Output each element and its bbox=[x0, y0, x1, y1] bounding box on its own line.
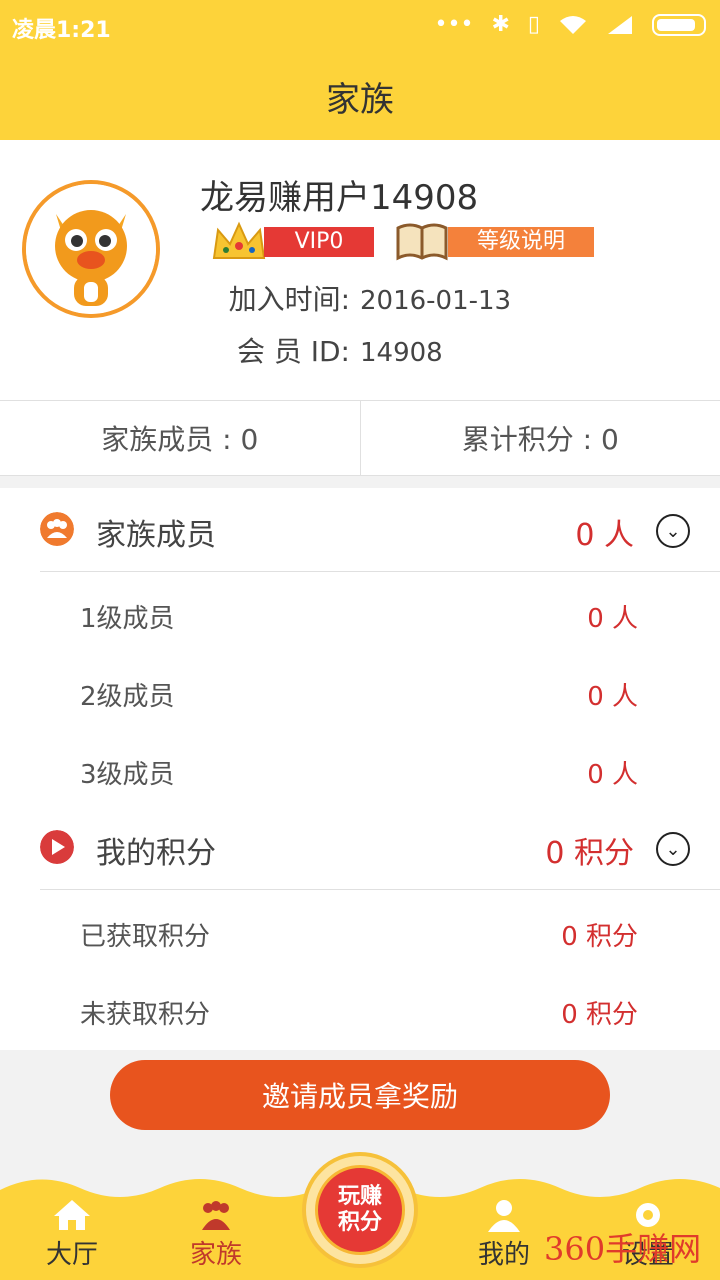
family-group-icon bbox=[40, 512, 74, 546]
list-item: 未获取积分 0 积分 bbox=[0, 970, 720, 1048]
family-group-icon bbox=[202, 1201, 230, 1230]
status-bar: 凌晨1:21 ••• ✱ ▯ bbox=[0, 0, 720, 52]
list-item: 3级成员 0 人 bbox=[0, 730, 720, 808]
play-points-icon bbox=[40, 830, 74, 864]
center-label-line1: 玩赚 bbox=[337, 1184, 382, 1209]
invite-members-button[interactable]: 邀请成员拿奖励 bbox=[110, 1060, 610, 1130]
crown-icon bbox=[212, 221, 266, 259]
home-icon bbox=[54, 1200, 90, 1230]
family-members-count: 家族成员 : 0 bbox=[101, 423, 259, 456]
page-title: 家族 bbox=[326, 79, 394, 120]
level3-members-value: 0 人 bbox=[587, 760, 638, 790]
list-item: 2级成员 0 人 bbox=[0, 652, 720, 730]
earned-points-value: 0 积分 bbox=[561, 922, 638, 952]
level-info-link[interactable]: 等级说明 bbox=[448, 227, 594, 257]
avatar[interactable] bbox=[22, 180, 160, 318]
badge-row: VIP0 等级说明 bbox=[210, 220, 594, 264]
bluetooth-icon: ✱ bbox=[491, 12, 510, 37]
battery-icon bbox=[652, 13, 706, 36]
status-icons: ••• ✱ ▯ bbox=[435, 12, 706, 37]
points-total: 0 积分 bbox=[545, 836, 634, 871]
detail-panel: 家族成员 0 人 ⌄ 1级成员 0 人 2级成员 0 人 3级成员 0 人 我的… bbox=[0, 488, 720, 1050]
summary-bar: 家族成员 : 0 累计积分 : 0 bbox=[0, 400, 720, 476]
page-header: 家族 bbox=[0, 52, 720, 140]
member-id-row: 会 员 ID: 14908 bbox=[200, 330, 443, 370]
pending-points-label: 未获取积分 bbox=[80, 1000, 211, 1030]
watermark: 360手赚网 bbox=[544, 1230, 702, 1268]
member-id-label: 会 员 ID: bbox=[236, 335, 350, 368]
total-points-count: 累计积分 : 0 bbox=[359, 401, 720, 475]
family-section-header[interactable]: 家族成员 0 人 ⌄ bbox=[0, 488, 720, 572]
level2-members-label: 2级成员 bbox=[80, 682, 175, 712]
member-id-value: 14908 bbox=[360, 338, 443, 368]
profile-card: 龙易赚用户14908 VIP0 等级说明 加入时间: 2016-01-13 会 … bbox=[0, 140, 720, 400]
join-date-value: 2016-01-13 bbox=[360, 286, 512, 316]
tab-family-label: 家族 bbox=[189, 1240, 242, 1270]
center-label-line2: 积分 bbox=[337, 1210, 382, 1235]
earned-points-label: 已获取积分 bbox=[80, 922, 211, 952]
family-total: 0 人 bbox=[575, 518, 634, 553]
chevron-down-icon[interactable]: ⌄ bbox=[656, 832, 690, 866]
level3-members-label: 3级成员 bbox=[80, 760, 175, 790]
wifi-icon bbox=[560, 15, 586, 34]
level1-members-value: 0 人 bbox=[587, 604, 638, 634]
vibrate-icon: ▯ bbox=[527, 12, 540, 37]
pending-points-value: 0 积分 bbox=[561, 1000, 638, 1030]
divider bbox=[40, 571, 720, 572]
tab-hall-label: 大厅 bbox=[45, 1240, 98, 1270]
signal-icon bbox=[608, 15, 632, 34]
list-item: 已获取积分 0 积分 bbox=[0, 892, 720, 970]
book-icon bbox=[396, 223, 448, 261]
play-earn-points-badge: 玩赚 积分 bbox=[315, 1165, 405, 1255]
family-section-title: 家族成员 bbox=[96, 518, 216, 553]
tab-hall[interactable]: 大厅 bbox=[12, 1198, 132, 1278]
status-time: 凌晨1:21 bbox=[12, 18, 111, 43]
chevron-down-icon[interactable]: ⌄ bbox=[656, 514, 690, 548]
join-date-row: 加入时间: 2016-01-13 bbox=[200, 278, 512, 318]
username: 龙易赚用户14908 bbox=[200, 178, 479, 218]
tab-family[interactable]: 家族 bbox=[156, 1198, 276, 1278]
more-dots-icon: ••• bbox=[434, 12, 474, 37]
points-section-header[interactable]: 我的积分 0 积分 ⌄ bbox=[0, 806, 720, 890]
tab-mine-label: 我的 bbox=[477, 1240, 530, 1270]
play-earn-points-button[interactable]: 玩赚 积分 bbox=[302, 1152, 418, 1268]
dragon-mascot-icon bbox=[26, 184, 156, 314]
level1-members-label: 1级成员 bbox=[80, 604, 175, 634]
list-item: 1级成员 0 人 bbox=[0, 574, 720, 652]
user-icon bbox=[488, 1200, 520, 1232]
points-section-title: 我的积分 bbox=[96, 836, 216, 871]
join-date-label: 加入时间: bbox=[228, 283, 350, 316]
divider bbox=[40, 889, 720, 890]
vip-level-badge: VIP0 bbox=[264, 227, 374, 257]
level2-members-value: 0 人 bbox=[587, 682, 638, 712]
